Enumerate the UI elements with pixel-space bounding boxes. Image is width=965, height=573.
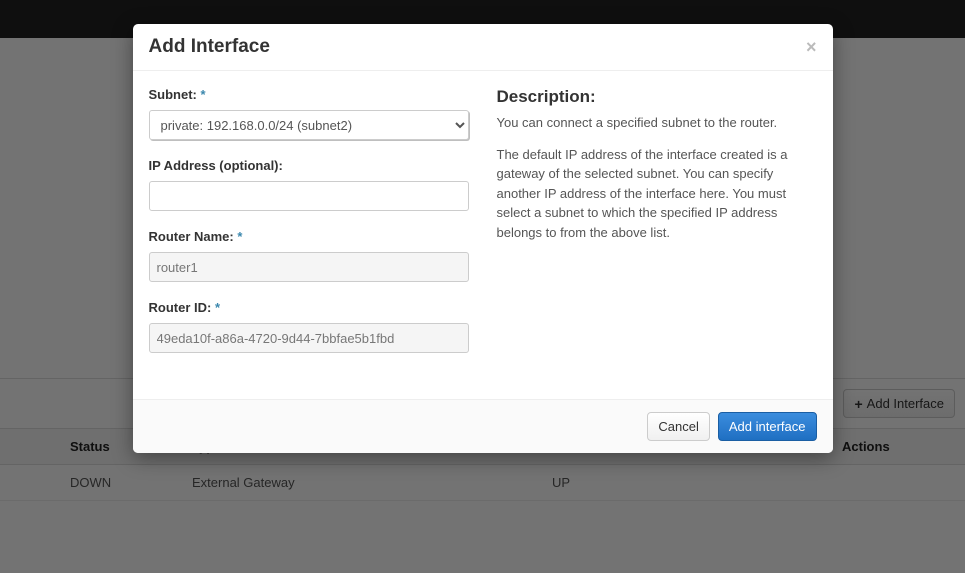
- close-icon[interactable]: ×: [806, 37, 817, 58]
- router-id-label: Router ID: *: [149, 300, 469, 315]
- router-id-input: [149, 323, 469, 353]
- cancel-button[interactable]: Cancel: [647, 412, 709, 441]
- modal-title: Add Interface: [149, 36, 270, 58]
- add-interface-modal: Add Interface × Subnet: * private: 192.1…: [133, 24, 833, 453]
- subnet-select[interactable]: private: 192.168.0.0/24 (subnet2): [149, 110, 469, 140]
- description-paragraph-2: The default IP address of the interface …: [497, 145, 817, 243]
- required-asterisk: *: [237, 229, 242, 244]
- modal-footer: Cancel Add interface: [133, 399, 833, 453]
- router-name-group: Router Name: *: [149, 229, 469, 282]
- required-asterisk: *: [215, 300, 220, 315]
- description-column: Description: You can connect a specified…: [497, 87, 817, 371]
- description-heading: Description:: [497, 87, 817, 107]
- modal-overlay[interactable]: Add Interface × Subnet: * private: 192.1…: [0, 0, 965, 573]
- subnet-group: Subnet: * private: 192.168.0.0/24 (subne…: [149, 87, 469, 140]
- ip-address-group: IP Address (optional):: [149, 158, 469, 211]
- modal-body: Subnet: * private: 192.168.0.0/24 (subne…: [133, 71, 833, 399]
- subnet-label: Subnet: *: [149, 87, 469, 102]
- router-name-label-text: Router Name:: [149, 229, 234, 244]
- description-paragraph-1: You can connect a specified subnet to th…: [497, 113, 817, 133]
- form-column: Subnet: * private: 192.168.0.0/24 (subne…: [149, 87, 469, 371]
- router-id-group: Router ID: *: [149, 300, 469, 353]
- subnet-label-text: Subnet:: [149, 87, 197, 102]
- router-id-label-text: Router ID:: [149, 300, 212, 315]
- router-name-input: [149, 252, 469, 282]
- modal-header: Add Interface ×: [133, 24, 833, 71]
- required-asterisk: *: [201, 87, 206, 102]
- ip-address-input[interactable]: [149, 181, 469, 211]
- submit-button[interactable]: Add interface: [718, 412, 817, 441]
- router-name-label: Router Name: *: [149, 229, 469, 244]
- ip-address-label: IP Address (optional):: [149, 158, 469, 173]
